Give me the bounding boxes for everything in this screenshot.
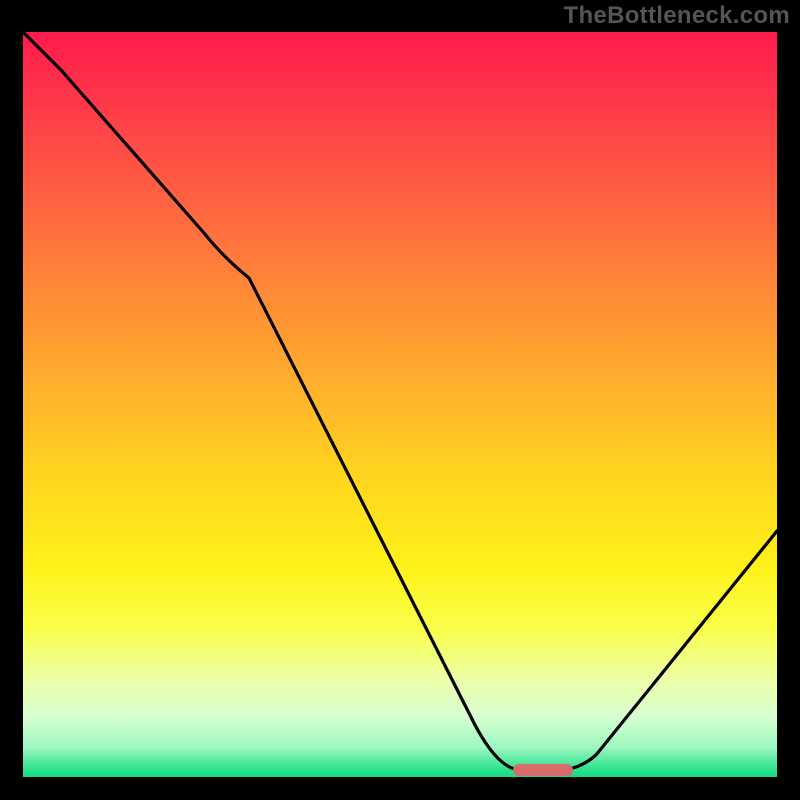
curve-path xyxy=(23,32,777,770)
chart-frame: TheBottleneck.com xyxy=(0,0,800,800)
optimal-range-marker xyxy=(513,764,573,776)
bottleneck-curve xyxy=(23,32,777,777)
plot-area xyxy=(23,32,777,777)
watermark-text: TheBottleneck.com xyxy=(564,2,790,30)
